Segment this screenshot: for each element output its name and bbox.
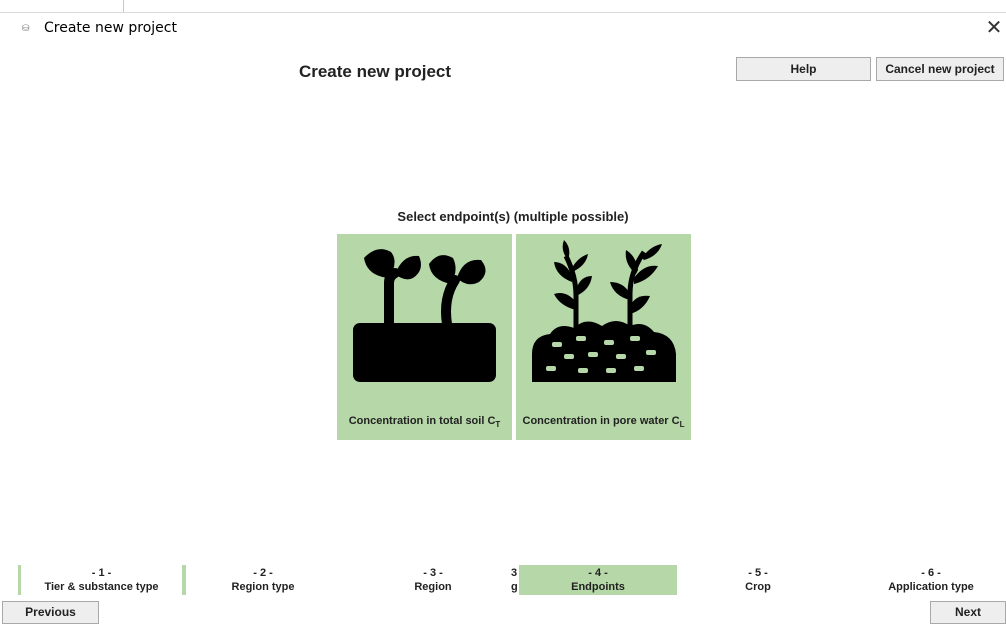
endpoint-tile-total-soil[interactable]: Concentration in total soil CT [337,234,512,440]
step-label: Application type [888,581,974,593]
help-button[interactable]: Help [736,57,871,81]
app-icon: ⛁ [22,23,30,33]
step-number: - 4 - [588,567,608,579]
page-title: Create new project [298,62,452,81]
step-label: Region [414,581,452,593]
overlap-number: 3 [511,567,518,579]
step-label: Endpoints [571,581,625,593]
step-number: - 6 - [921,567,941,579]
step-endpoints[interactable]: - 4 - Endpoints [519,565,677,595]
wizard-steps: - 1 - Tier & substance type - 2 - Region… [18,565,1006,595]
close-icon[interactable]: ✕ [982,16,1006,40]
step-application-type[interactable]: - 6 - Application type [856,565,1006,595]
step-overlap-fragment: 3 g [511,565,519,594]
step-region-type[interactable]: - 2 - Region type [193,565,333,595]
step-label: Tier & substance type [44,581,159,593]
tile-label-pore-water: Concentration in pore water CL [522,415,685,430]
cancel-new-project-button[interactable]: Cancel new project [876,57,1004,81]
title-bar: ⛁ Create new project ✕ [0,13,1006,43]
plants-pore-water-icon [532,240,676,382]
step-region[interactable]: - 3 - Region [363,565,503,595]
next-button[interactable]: Next [930,601,1006,624]
background-divider [123,0,124,12]
tile-label-total-soil: Concentration in total soil CT [348,415,501,430]
window-title: Create new project [44,20,177,36]
step-number: - 2 - [253,567,273,579]
step-tier-substance-type[interactable]: - 1 - Tier & substance type [18,565,186,595]
endpoint-tile-pore-water[interactable]: Concentration in pore water CL [516,234,691,440]
step-number: - 3 - [423,567,443,579]
step-label: Crop [745,581,771,593]
step-label: Region type [231,581,295,593]
seedling-soil-icon [353,249,496,382]
overlap-label: g [511,581,518,593]
create-project-dialog: ⛁ Create new project ✕ Create new projec… [0,12,1006,624]
step-number: - 5 - [748,567,768,579]
endpoint-prompt: Select endpoint(s) (multiple possible) [397,209,629,224]
previous-button[interactable]: Previous [2,601,99,624]
step-number: - 1 - [91,567,112,579]
background-strip [0,0,1006,12]
step-crop[interactable]: - 5 - Crop [683,565,833,595]
